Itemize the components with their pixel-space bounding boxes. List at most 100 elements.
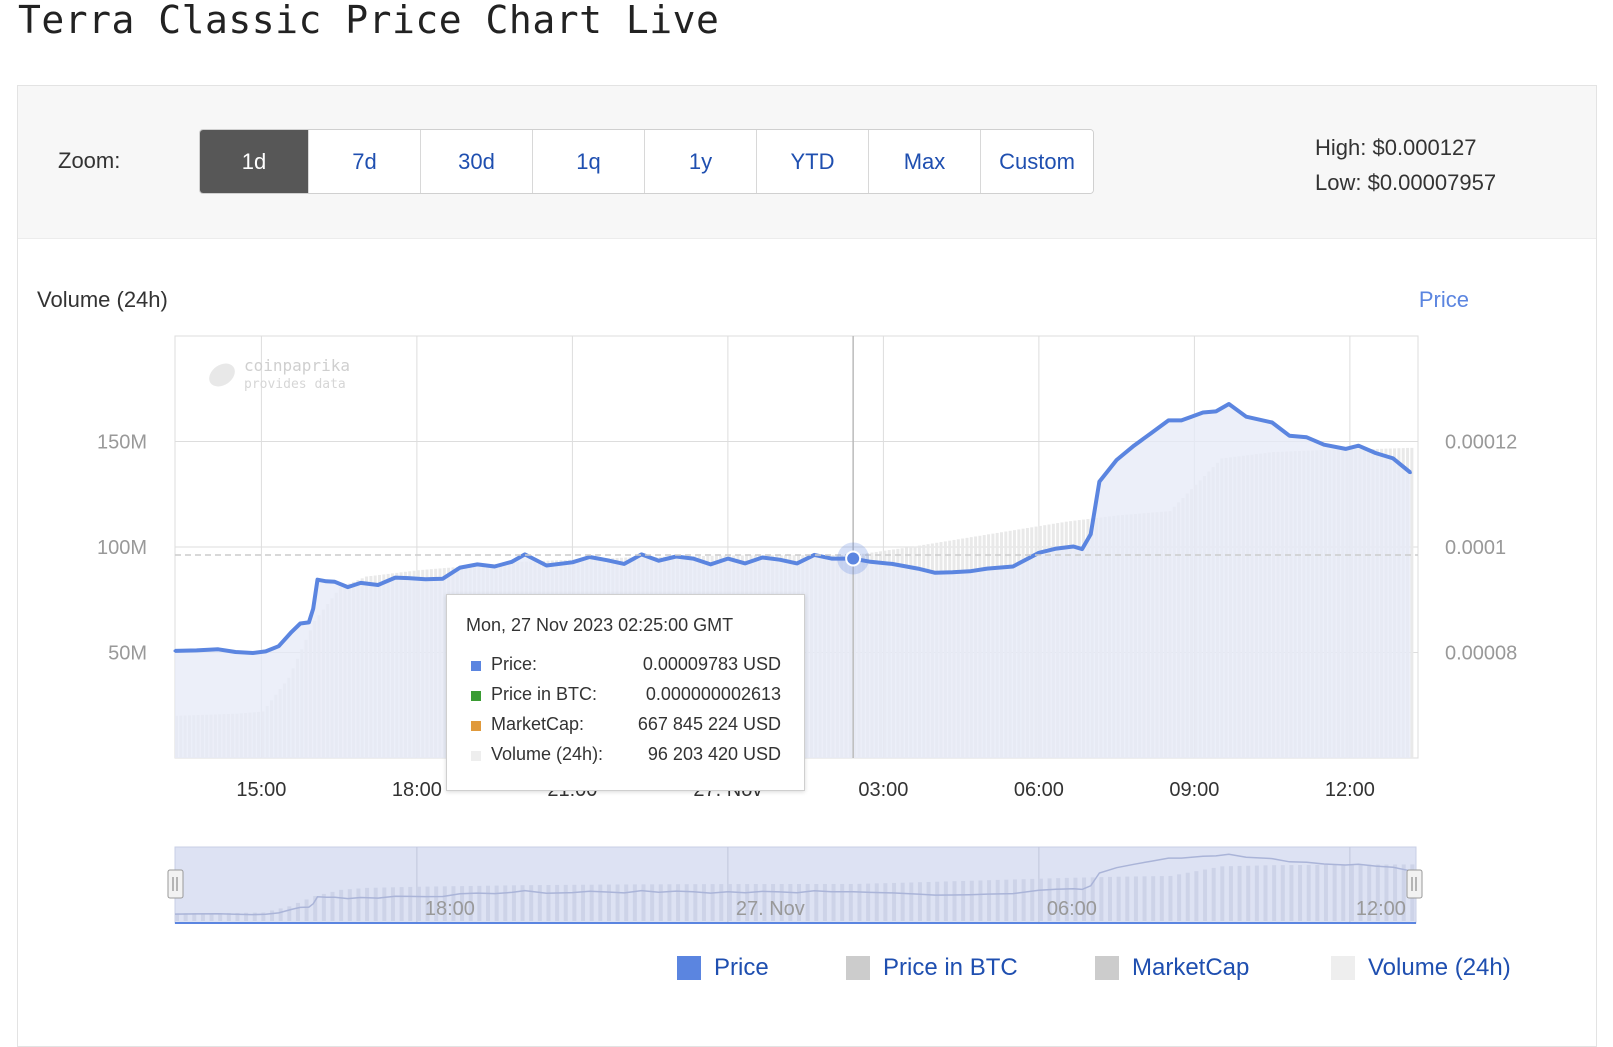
price-point [726,557,730,561]
price-point [1179,418,1183,422]
navigator-volume-bar [1211,867,1216,921]
y-left-tick-label: 50M [108,643,147,665]
price-point [1097,480,1101,484]
tooltip-row-marketcap: MarketCap: 667 845 224 USD [471,714,781,736]
price-point [493,565,497,569]
tooltip-price-value: 0.00009783 USD [642,654,781,674]
data-tooltip: Mon, 27 Nov 2023 02:25:00 GMT Price: 0.0… [446,594,805,791]
navigator-volume-bar [382,887,387,921]
price-point [1149,431,1153,435]
legend-item-price-btc[interactable]: Price in BTC [846,953,1018,983]
price-point [1305,435,1309,439]
price-point [1132,444,1136,448]
price-point [233,650,237,654]
legend-swatch-volume [1331,956,1355,980]
navigator-handle-right[interactable] [1406,869,1423,899]
tooltip-btc-swatch [471,691,481,701]
x-tick-label: 15:00 [236,779,286,801]
tooltip-price-swatch [471,661,481,671]
navigator-volume-bar [390,887,395,921]
navigator-volume-bar [1038,878,1043,921]
tooltip-marketcap-swatch [471,721,481,731]
navigator-volume-bar [408,886,413,921]
navigator-volume-bar [1177,874,1182,921]
navigator-volume-bar [969,880,974,921]
navigator-volume-bar [624,884,629,921]
navigator-volume-bar [650,884,655,921]
navigator-volume-bar [1306,864,1311,921]
tooltip-row-volume: Volume (24h): 96 203 420 USD [471,744,781,766]
price-point [376,583,380,587]
price-point [290,630,294,634]
tooltip-btc-label: Price in BTC: [491,684,598,704]
price-point [1344,447,1348,451]
price-point [1374,451,1378,455]
navigator-handle-left[interactable] [167,869,184,899]
navigator-label: 12:00 [1356,898,1406,920]
price-point [173,649,177,653]
navigator-volume-bar [805,883,810,921]
navigator-volume-bar [1349,864,1354,921]
navigator-volume-bar [581,884,586,921]
tooltip-title: Mon, 27 Nov 2023 02:25:00 GMT [466,615,734,635]
navigator-volume-bar [1203,869,1208,921]
tooltip-price-label: Price: [491,654,538,674]
navigator-volume-bar [1012,879,1017,921]
price-point [544,563,548,567]
price-point [316,578,320,582]
legend-label-marketcap: MarketCap [1132,954,1250,981]
legend-item-price[interactable]: Price [677,953,769,983]
navigator-volume-bar [1185,872,1190,921]
price-point [346,585,350,589]
price-point [1188,415,1192,419]
navigator-volume-bar [1116,876,1121,921]
navigator-volume-bar [477,885,482,921]
price-point [1201,410,1205,414]
navigator-volume-bar [563,884,568,921]
navigator-volume-bar [546,885,551,921]
price-point [406,576,410,580]
legend-item-volume[interactable]: Volume (24h) [1331,953,1511,983]
price-point [298,621,302,625]
navigator[interactable]: 18:00 27. Nov 06:00 12:00 [167,846,1423,924]
legend-label-price-btc: Price in BTC [883,954,1018,981]
price-point [778,558,782,562]
navigator-volume-bar [658,884,663,921]
navigator-volume-bar [943,881,948,921]
price-point [570,560,574,564]
navigator-volume-bar [330,891,335,921]
legend-item-marketcap[interactable]: MarketCap [1095,953,1249,983]
tooltip-volume-label: Volume (24h): [491,744,604,764]
price-point [1054,547,1058,551]
price-point [795,561,799,565]
navigator-volume-bar [995,879,1000,921]
navigator-volume-bar [1272,865,1277,921]
price-point [1011,565,1015,569]
navigator-volume-bar [1280,865,1285,921]
y-right-tick-label: 0.0001 [1445,537,1506,559]
navigator-volume-bar [1168,875,1173,921]
price-chart[interactable]: coinpaprika provides data Volume (24h) P… [0,0,1613,1034]
navigator-volume-bar [486,885,490,921]
x-tick-label: 09:00 [1169,779,1219,801]
y-left-axis-title: Volume (24h) [37,287,168,312]
price-point [691,557,695,561]
navigator-volume-bar [917,882,922,921]
price-point [588,555,592,559]
navigator-volume-bar [693,884,698,921]
navigator-volume-bar [1151,876,1156,921]
price-point [216,647,220,651]
price-point [1080,547,1084,551]
navigator-volume-bar [1220,866,1225,921]
price-point [1357,444,1361,448]
price-point [968,569,972,573]
navigator-volume-bar [727,884,732,921]
navigator-volume-bar [900,882,905,921]
price-point [441,577,445,581]
x-tick-label: 12:00 [1325,779,1375,801]
x-tick-label: 18:00 [392,779,442,801]
navigator-volume-bar [1254,865,1259,921]
price-point [333,580,337,584]
navigator-volume-bar [572,884,577,921]
navigator-volume-bar [978,880,983,921]
